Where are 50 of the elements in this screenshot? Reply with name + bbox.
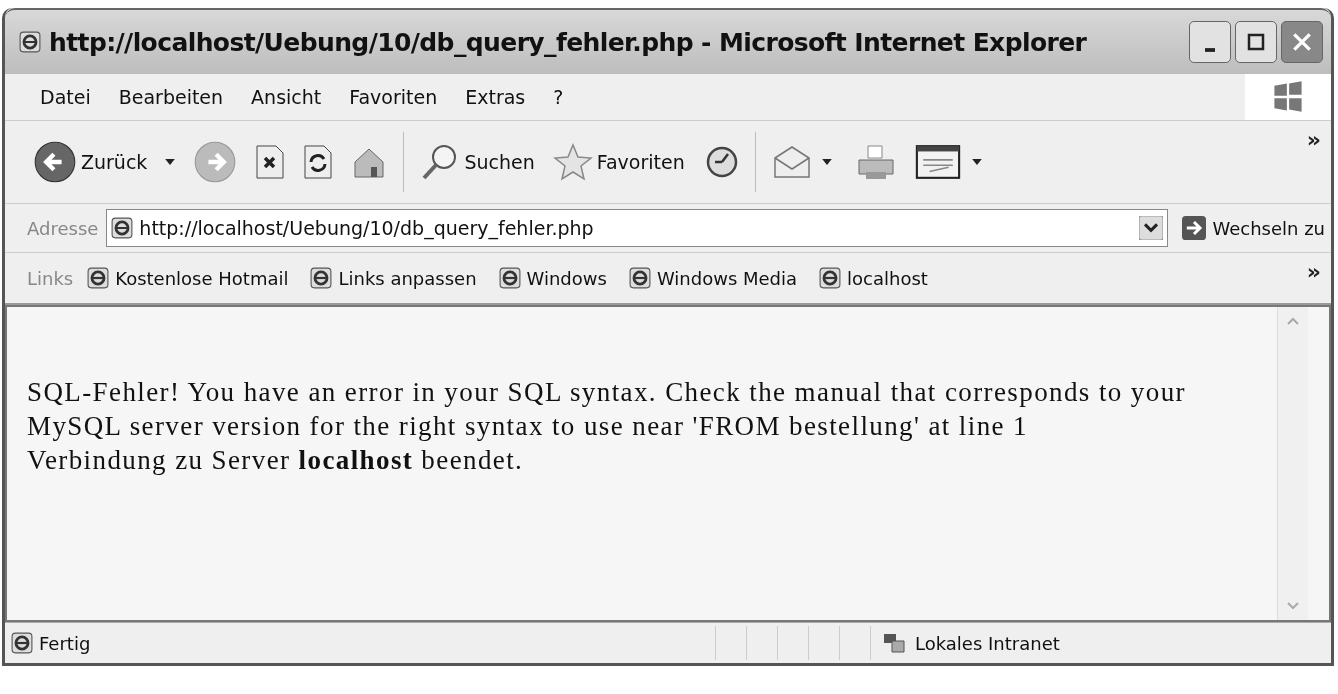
page-icon bbox=[819, 267, 842, 289]
caret-icon[interactable] bbox=[821, 159, 832, 165]
page-icon bbox=[19, 31, 41, 53]
close-button[interactable] bbox=[1281, 21, 1323, 63]
caret-icon[interactable] bbox=[165, 159, 176, 165]
printer-icon bbox=[855, 142, 896, 182]
more-chevron[interactable]: » bbox=[1296, 121, 1331, 158]
more-chevron[interactable]: » bbox=[1296, 253, 1331, 290]
menu-item[interactable]: Bearbeiten bbox=[105, 82, 237, 112]
links-label: Links bbox=[27, 267, 74, 289]
link-button[interactable]: Kostenlose Hotmail bbox=[79, 267, 297, 289]
message-text: Verbindung zu Server localhost beendet. bbox=[27, 444, 525, 477]
status-text: Fertig bbox=[39, 632, 91, 654]
page-icon bbox=[87, 267, 110, 289]
document-x-icon bbox=[255, 144, 286, 180]
zone-text: Lokales Intranet bbox=[915, 632, 1060, 654]
minimize-icon bbox=[1205, 48, 1215, 52]
envelope-icon bbox=[771, 144, 812, 180]
favorites-button[interactable]: Favoriten bbox=[546, 140, 691, 184]
address-label: Adresse bbox=[27, 217, 99, 239]
link-button[interactable]: Links anpassen bbox=[302, 267, 485, 289]
flag-icon bbox=[1271, 80, 1305, 114]
link-button[interactable]: localhost bbox=[811, 267, 936, 289]
page-icon bbox=[628, 267, 651, 289]
dropdown-icon[interactable] bbox=[1139, 216, 1164, 240]
menu-item[interactable]: Extras bbox=[452, 82, 539, 112]
document-pen-icon bbox=[913, 143, 962, 181]
close-icon bbox=[1291, 31, 1313, 53]
menu-item[interactable]: Ansicht bbox=[238, 82, 335, 112]
maximize-button[interactable] bbox=[1235, 21, 1277, 63]
address-field[interactable]: http://localhost/Uebung/10/db_query_fehler.php bbox=[106, 209, 1169, 247]
menu-item[interactable]: Datei bbox=[27, 82, 104, 112]
back-button[interactable]: Zurück bbox=[27, 138, 154, 186]
go-button[interactable]: Wechseln zu bbox=[1176, 216, 1331, 240]
search-button[interactable]: Suchen bbox=[414, 140, 541, 184]
minimize-button[interactable] bbox=[1189, 21, 1231, 63]
menu-item[interactable]: ? bbox=[540, 82, 577, 112]
maximize-icon bbox=[1246, 32, 1266, 52]
page-icon bbox=[498, 267, 521, 289]
page-icon bbox=[111, 217, 134, 239]
link-button[interactable]: Windows Media bbox=[620, 267, 806, 289]
star-icon bbox=[552, 142, 593, 182]
caret-icon[interactable] bbox=[971, 159, 982, 165]
network-icon bbox=[881, 631, 907, 655]
menu-item[interactable]: Favoriten bbox=[336, 82, 451, 112]
document-arrows-icon bbox=[303, 144, 334, 180]
page-icon bbox=[310, 267, 333, 289]
link-button[interactable]: Windows bbox=[490, 267, 615, 289]
page-icon bbox=[11, 632, 33, 654]
window-title: http://localhost/Uebung/10/db_query_fehler.php - Microsoft Internet Explorer bbox=[49, 27, 1088, 57]
